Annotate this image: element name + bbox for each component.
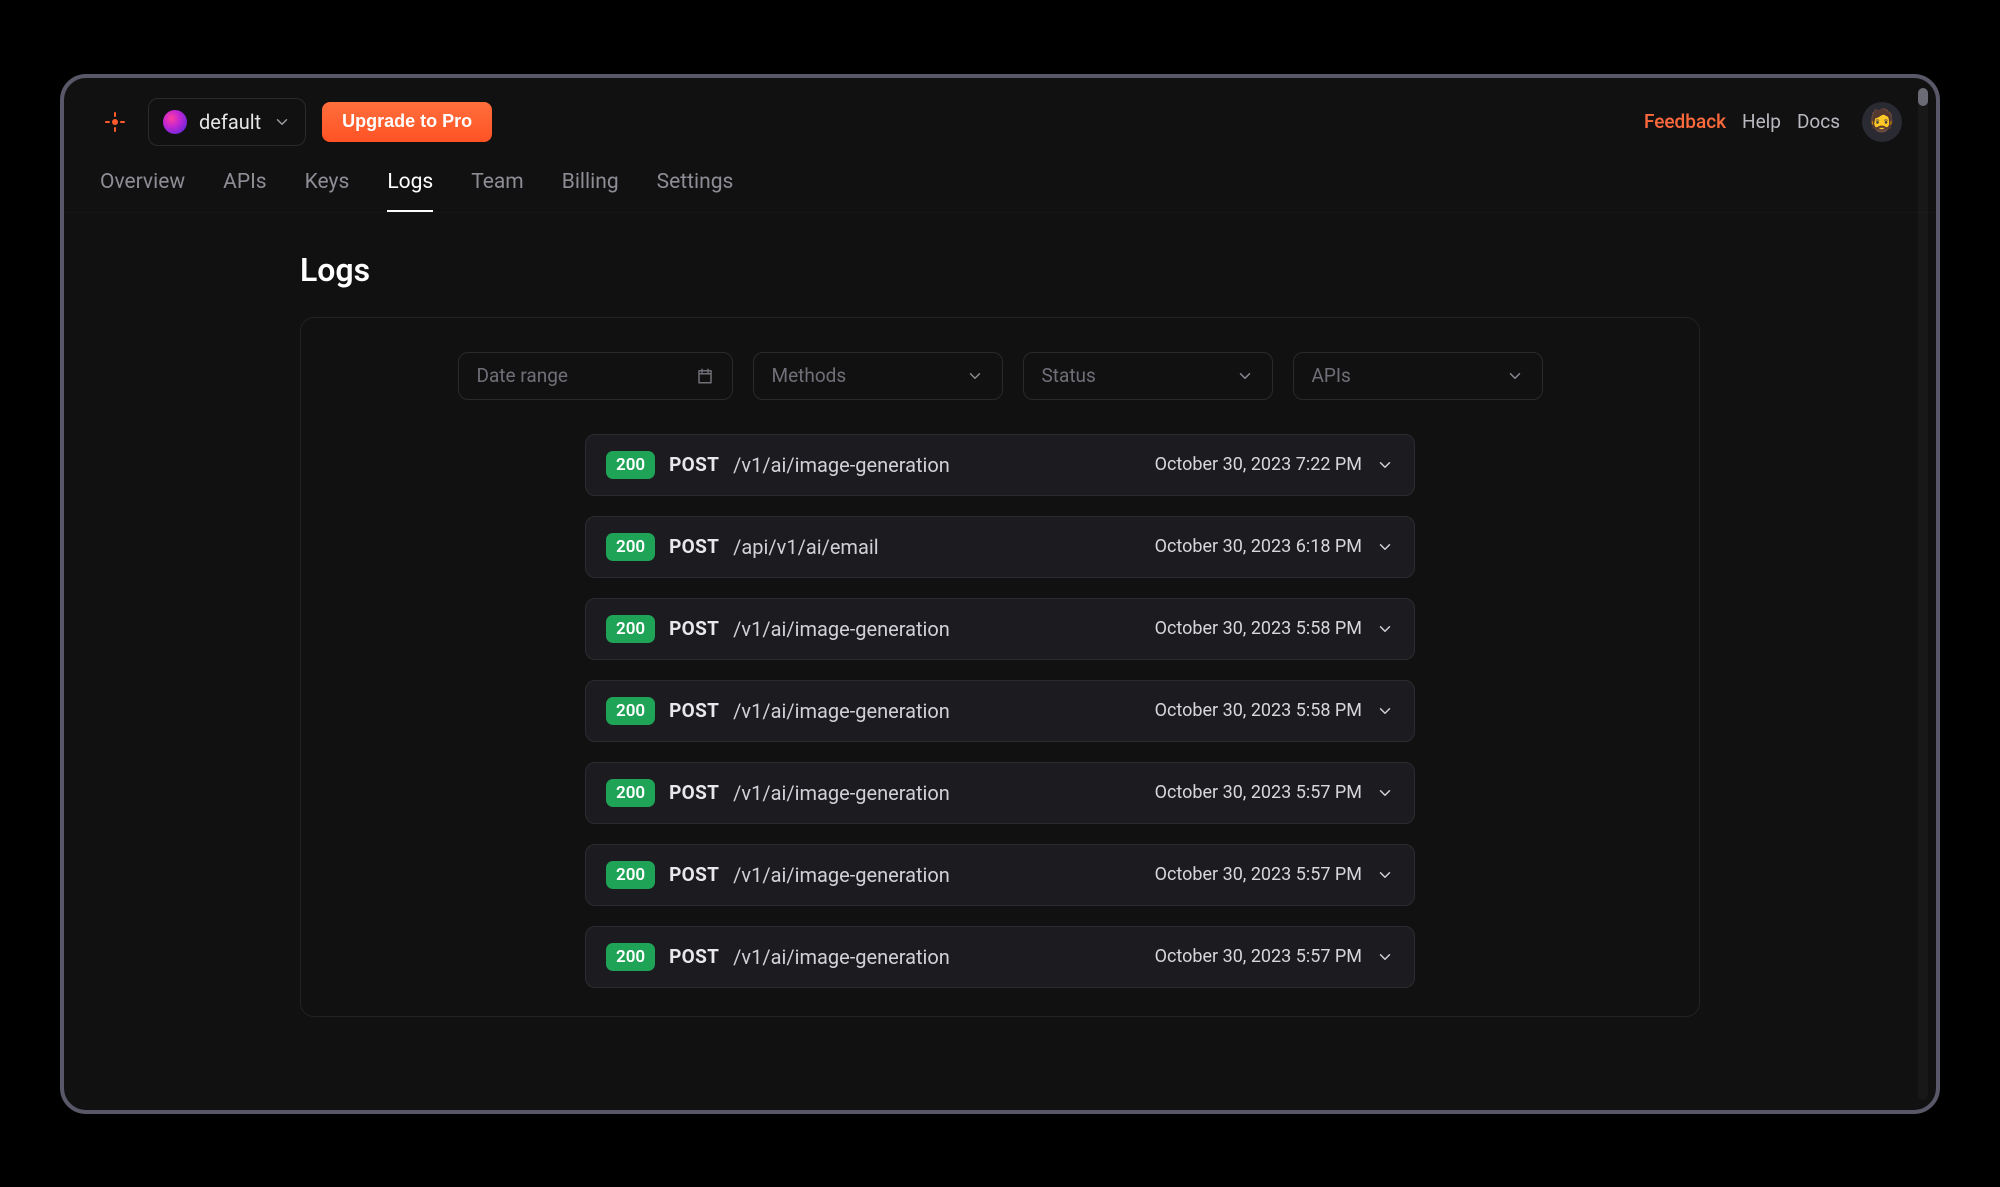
log-row[interactable]: 200 POST/v1/ai/image-generation October 30… — [585, 926, 1415, 988]
tab-team[interactable]: Team — [471, 170, 524, 212]
tab-overview[interactable]: Overview — [100, 170, 185, 212]
tab-billing[interactable]: Billing — [562, 170, 619, 212]
chevron-down-icon — [1236, 367, 1254, 385]
workspace-avatar-icon — [163, 110, 187, 134]
tab-settings[interactable]: Settings — [657, 170, 734, 212]
log-path: /api/v1/ai/email — [733, 535, 878, 559]
upgrade-button-label: Upgrade to Pro — [342, 111, 472, 132]
log-path: /v1/ai/image-generation — [733, 863, 950, 887]
filter-apis[interactable]: APIs — [1293, 352, 1543, 400]
filters-row: Date range Methods Statu — [337, 352, 1663, 400]
top-bar: default Upgrade to Pro Feedback Help Doc… — [64, 78, 1936, 156]
log-row[interactable]: 200 POST/v1/ai/image-generation October 30… — [585, 680, 1415, 742]
status-badge: 200 — [606, 615, 655, 643]
feedback-link[interactable]: Feedback — [1644, 110, 1726, 133]
log-timestamp: October 30, 2023 5:58 PM — [1155, 700, 1362, 721]
logs-card: Date range Methods Statu — [300, 317, 1700, 1017]
chevron-down-icon — [273, 113, 291, 131]
status-badge: 200 — [606, 943, 655, 971]
log-timestamp: October 30, 2023 5:57 PM — [1155, 864, 1362, 885]
filter-status[interactable]: Status — [1023, 352, 1273, 400]
log-method: POST — [669, 781, 719, 804]
status-badge: 200 — [606, 779, 655, 807]
log-path: /v1/ai/image-generation — [733, 699, 950, 723]
scrollbar-thumb[interactable] — [1918, 88, 1928, 106]
user-avatar-emoji: 🧔 — [1868, 109, 1895, 134]
filter-apis-placeholder: APIs — [1312, 364, 1351, 387]
chevron-down-icon — [1376, 784, 1394, 802]
log-timestamp: October 30, 2023 6:18 PM — [1155, 536, 1362, 557]
calendar-icon — [696, 367, 714, 385]
log-timestamp: October 30, 2023 5:57 PM — [1155, 782, 1362, 803]
log-path: /v1/ai/image-generation — [733, 453, 950, 477]
tab-label: APIs — [223, 170, 267, 194]
tab-label: Settings — [657, 170, 734, 194]
log-row[interactable]: 200 POST/v1/ai/image-generation October 30… — [585, 434, 1415, 496]
filter-methods-placeholder: Methods — [772, 364, 847, 387]
chevron-down-icon — [1376, 456, 1394, 474]
log-path: /v1/ai/image-generation — [733, 617, 950, 641]
help-link[interactable]: Help — [1742, 110, 1781, 133]
log-method: POST — [669, 535, 719, 558]
chevron-down-icon — [1376, 948, 1394, 966]
log-row[interactable]: 200 POST/v1/ai/image-generation October 30… — [585, 844, 1415, 906]
workspace-switcher[interactable]: default — [148, 98, 306, 146]
chevron-down-icon — [966, 367, 984, 385]
log-timestamp: October 30, 2023 5:58 PM — [1155, 618, 1362, 639]
user-avatar[interactable]: 🧔 — [1862, 102, 1902, 142]
log-row[interactable]: 200 POST/v1/ai/image-generation October 30… — [585, 598, 1415, 660]
log-timestamp: October 30, 2023 5:57 PM — [1155, 946, 1362, 967]
scrollbar-track — [1918, 88, 1928, 1100]
chevron-down-icon — [1376, 620, 1394, 638]
chevron-down-icon — [1376, 866, 1394, 884]
tab-label: Logs — [387, 170, 433, 194]
upgrade-button[interactable]: Upgrade to Pro — [322, 102, 492, 142]
status-badge: 200 — [606, 697, 655, 725]
log-row[interactable]: 200 POST/api/v1/ai/email October 30, 2023 … — [585, 516, 1415, 578]
app-logo-icon[interactable] — [98, 105, 132, 139]
log-row[interactable]: 200 POST/v1/ai/image-generation October 30… — [585, 762, 1415, 824]
log-method: POST — [669, 617, 719, 640]
chevron-down-icon — [1376, 538, 1394, 556]
status-badge: 200 — [606, 451, 655, 479]
log-method: POST — [669, 863, 719, 886]
workspace-name: default — [199, 110, 261, 134]
chevron-down-icon — [1506, 367, 1524, 385]
log-method: POST — [669, 699, 719, 722]
log-path: /v1/ai/image-generation — [733, 945, 950, 969]
filter-date-range[interactable]: Date range — [458, 352, 733, 400]
tab-label: Keys — [305, 170, 350, 194]
tab-label: Team — [471, 170, 524, 194]
tab-label: Overview — [100, 170, 185, 194]
log-timestamp: October 30, 2023 7:22 PM — [1155, 454, 1362, 475]
page-title: Logs — [300, 251, 1700, 289]
log-path: /v1/ai/image-generation — [733, 781, 950, 805]
chevron-down-icon — [1376, 702, 1394, 720]
tab-apis[interactable]: APIs — [223, 170, 267, 212]
tab-keys[interactable]: Keys — [305, 170, 350, 212]
tab-logs[interactable]: Logs — [387, 170, 433, 212]
filter-date-placeholder: Date range — [477, 364, 568, 387]
app-window: default Upgrade to Pro Feedback Help Doc… — [60, 74, 1940, 1114]
nav-tabs: Overview APIs Keys Logs Team Billing Settings — [64, 156, 1936, 213]
log-method: POST — [669, 453, 719, 476]
log-method: POST — [669, 945, 719, 968]
docs-link[interactable]: Docs — [1797, 110, 1840, 133]
status-badge: 200 — [606, 861, 655, 889]
filter-methods[interactable]: Methods — [753, 352, 1003, 400]
status-badge: 200 — [606, 533, 655, 561]
tab-label: Billing — [562, 170, 619, 194]
page-body: Logs Date range Methods — [64, 213, 1936, 1110]
logs-list: 200 POST/v1/ai/image-generation October 30… — [337, 434, 1663, 988]
filter-status-placeholder: Status — [1042, 364, 1096, 387]
